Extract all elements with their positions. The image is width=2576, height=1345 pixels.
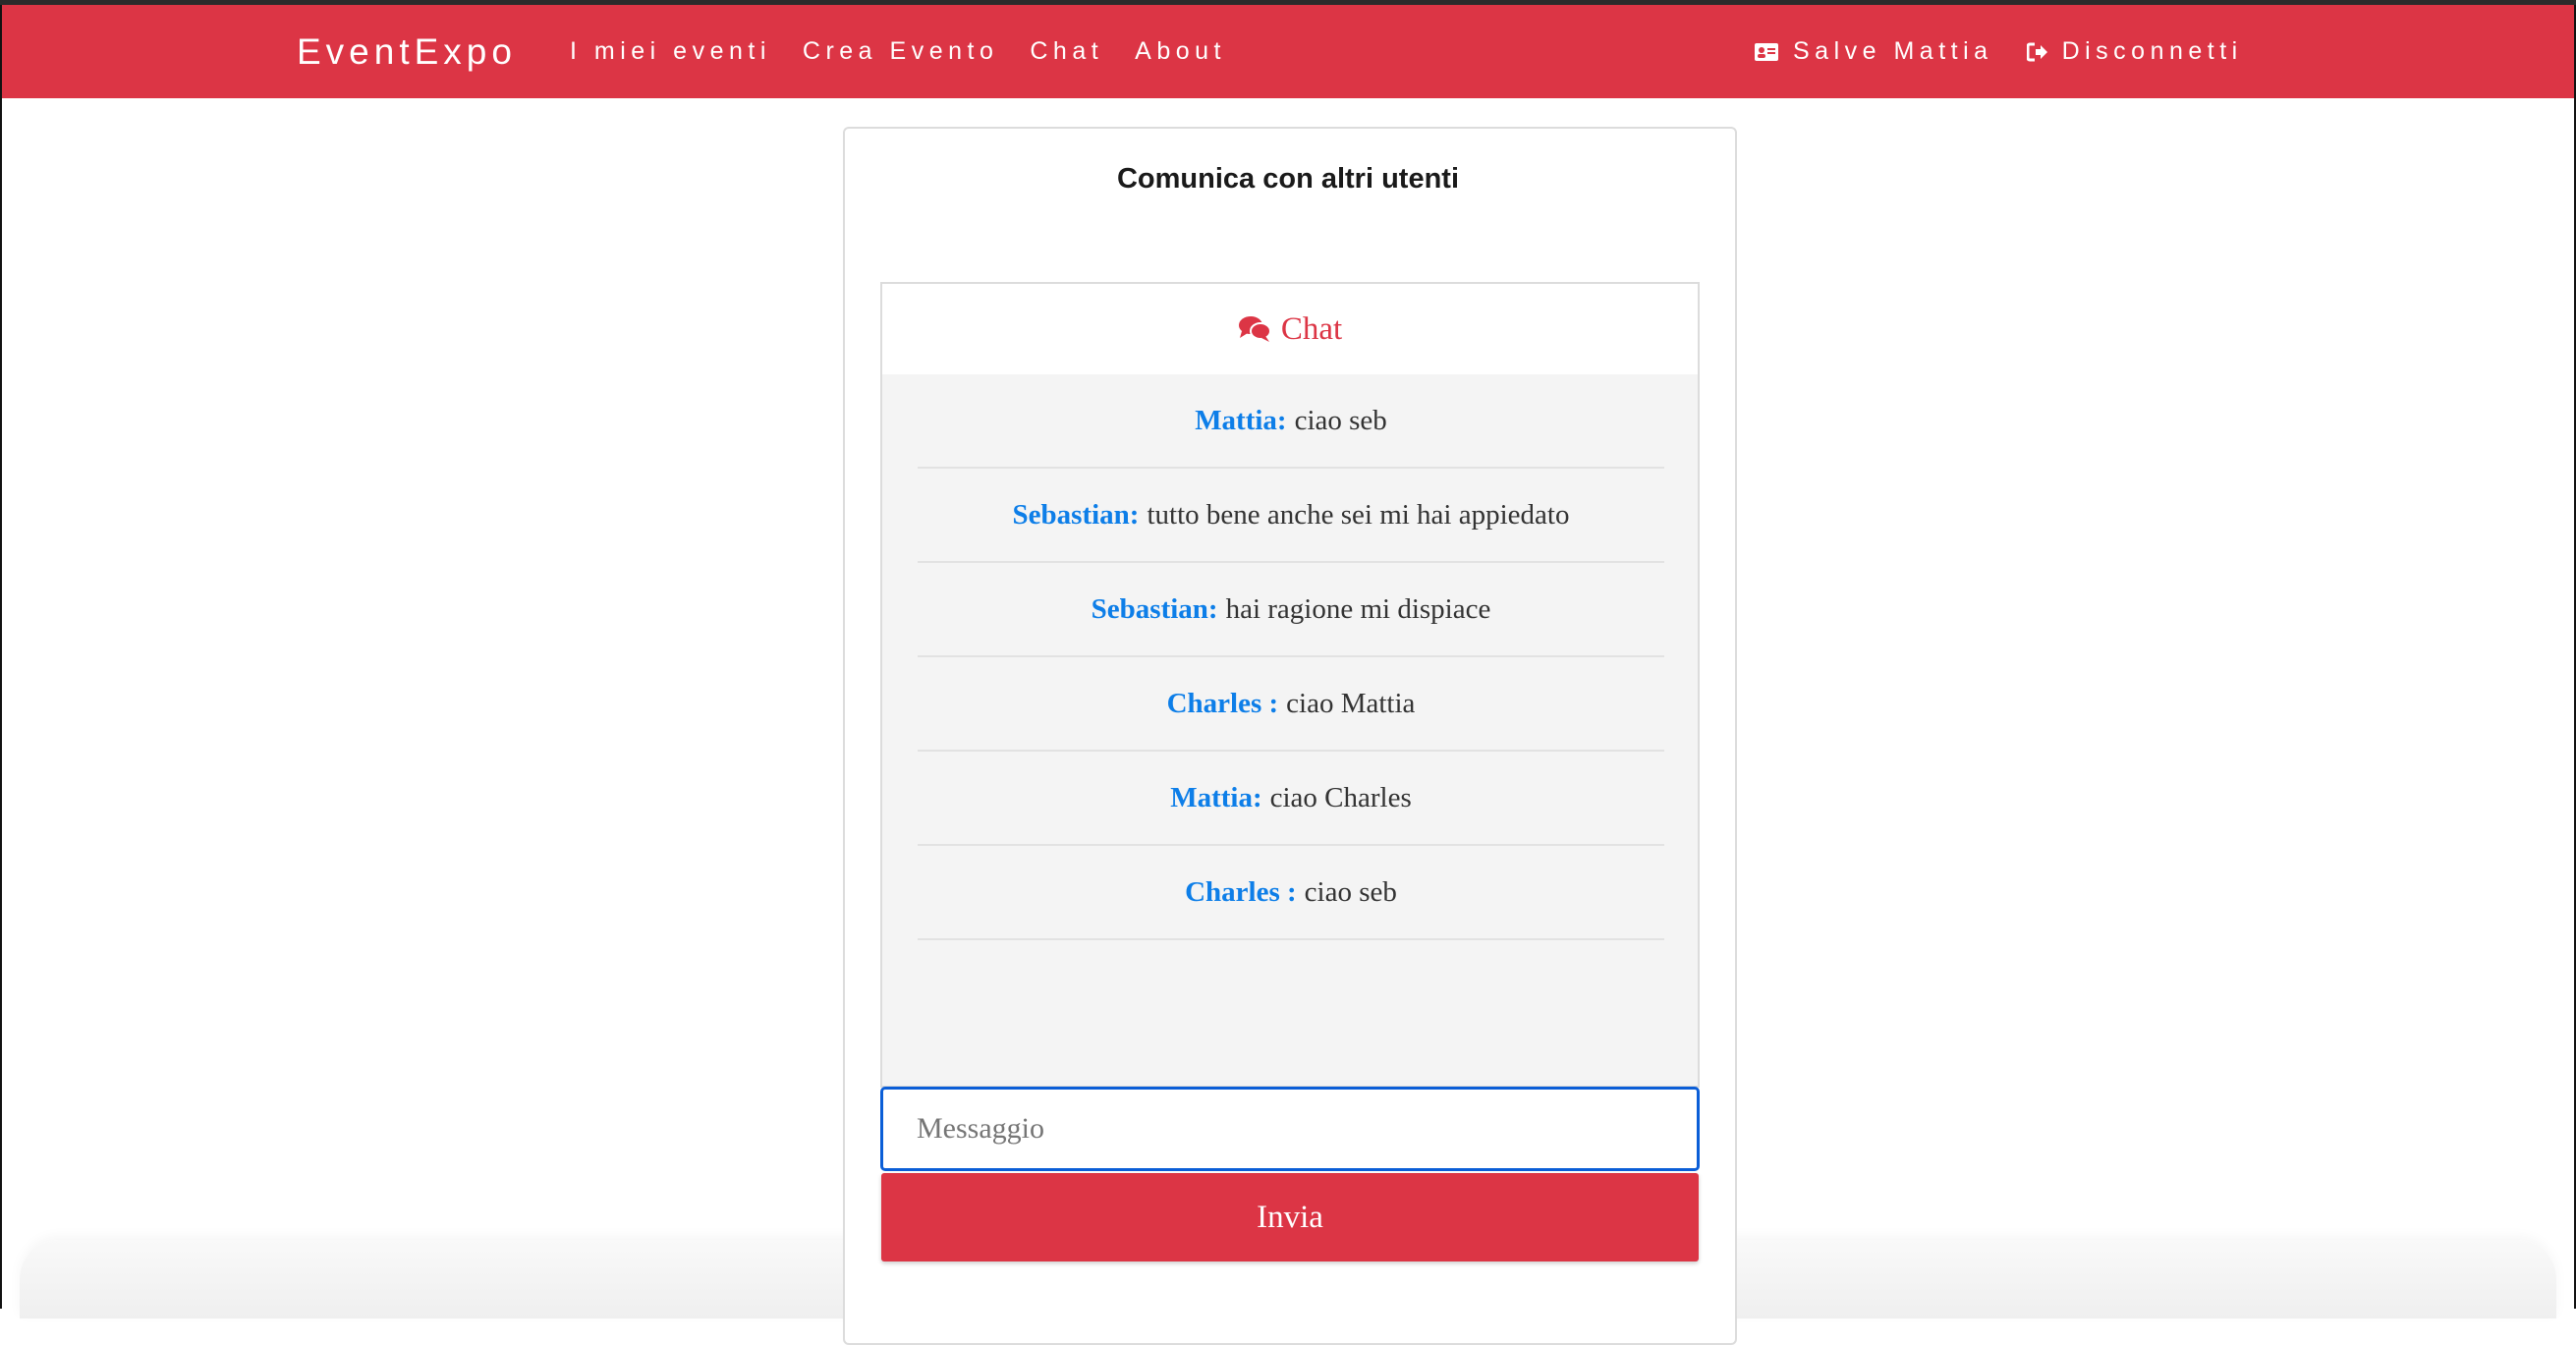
nav-links: I miei eventi Crea Evento Chat About — [570, 5, 1226, 98]
message-author: Mattia: — [1195, 404, 1287, 436]
message-author: Sebastian: — [1012, 498, 1140, 531]
nav-link-my-events[interactable]: I miei eventi — [570, 37, 771, 66]
list-item: Charles : ciao seb — [918, 846, 1664, 940]
message-text: tutto bene anche sei mi hai appiedato — [1147, 498, 1570, 531]
nav-link-create-event[interactable]: Crea Evento — [803, 37, 998, 66]
message-text: hai ragione mi dispiace — [1225, 592, 1491, 625]
message-text: ciao Mattia — [1286, 687, 1416, 719]
message-author: Charles : — [1166, 687, 1279, 719]
user-greeting: Salve Mattia — [1793, 37, 1993, 65]
brand-logo[interactable]: EventExpo — [297, 5, 517, 98]
message-text: ciao Charles — [1269, 781, 1412, 813]
user-profile-link[interactable]: Salve Mattia — [1754, 37, 1993, 66]
message-input[interactable] — [880, 1087, 1700, 1171]
id-card-icon — [1755, 42, 1778, 61]
list-item: Mattia: ciao seb — [918, 374, 1664, 469]
page-title: Comunica con altri utenti — [1116, 163, 1460, 195]
logout-label: Disconnetti — [2061, 37, 2243, 65]
chat-header: Chat — [882, 284, 1698, 374]
chat-panel: Chat Mattia: ciao seb Sebastian: tutto b… — [880, 282, 1700, 1088]
chat-header-label: Chat — [1280, 310, 1343, 347]
navbar: EventExpo I miei eventi Crea Evento Chat… — [0, 5, 2576, 98]
window-left-border — [0, 98, 2, 1309]
message-text: ciao seb — [1294, 404, 1387, 436]
list-item: Sebastian: tutto bene anche sei mi hai a… — [918, 469, 1664, 563]
message-list: Mattia: ciao seb Sebastian: tutto bene a… — [918, 374, 1664, 940]
nav-user-area: Salve Mattia Disconnetti — [1754, 5, 2243, 98]
comments-icon — [1238, 316, 1271, 342]
sign-out-icon — [2026, 42, 2047, 61]
message-author: Mattia: — [1170, 781, 1262, 813]
logout-link[interactable]: Disconnetti — [2026, 37, 2243, 66]
list-item: Mattia: ciao Charles — [918, 752, 1664, 846]
message-author: Charles : — [1185, 875, 1297, 908]
send-button[interactable]: Invia — [881, 1173, 1699, 1261]
list-item: Charles : ciao Mattia — [918, 657, 1664, 752]
nav-link-about[interactable]: About — [1135, 37, 1226, 66]
message-author: Sebastian: — [1091, 592, 1218, 625]
message-text: ciao seb — [1304, 875, 1397, 908]
list-item: Sebastian: hai ragione mi dispiace — [918, 563, 1664, 657]
nav-link-chat[interactable]: Chat — [1030, 37, 1103, 66]
